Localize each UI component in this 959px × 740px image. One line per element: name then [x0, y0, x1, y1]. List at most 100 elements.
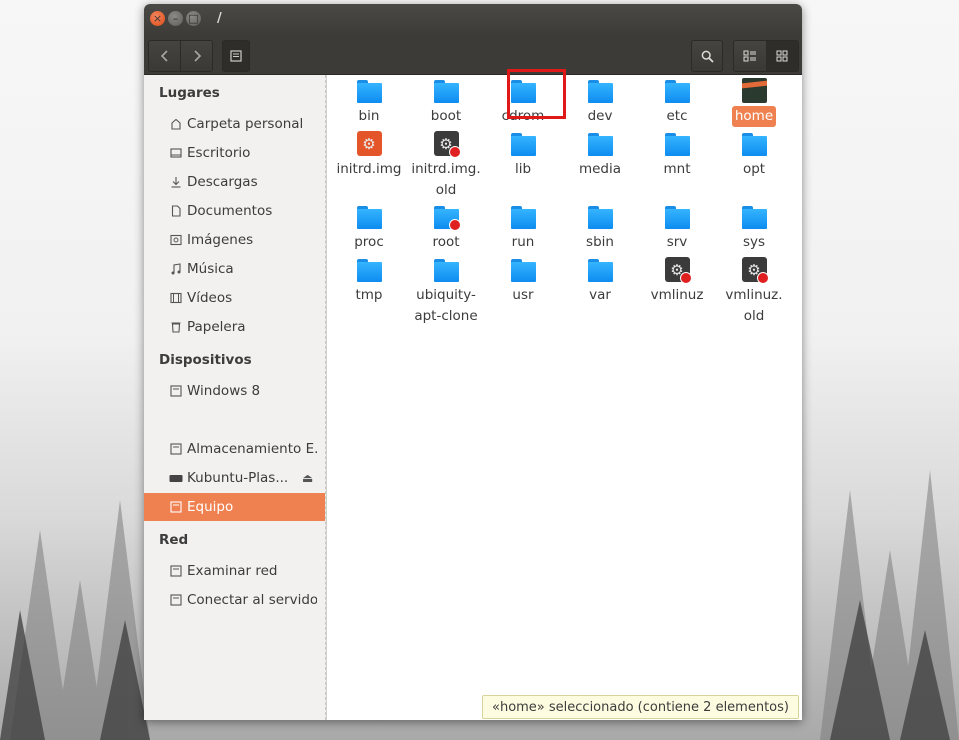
file-name: boot	[430, 108, 462, 124]
file-item[interactable]: ⚙ vmlinuz. old	[718, 257, 790, 327]
sidebar-item-label: Imágenes	[187, 232, 254, 248]
window-title: /	[217, 11, 222, 26]
file-item[interactable]: opt	[718, 131, 790, 180]
sidebar-item-videos[interactable]: Vídeos	[144, 284, 325, 312]
sidebar-item-conectar-servidor[interactable]: Conectar al servidor	[144, 586, 325, 614]
path-bar-root-button[interactable]	[222, 40, 250, 72]
close-window-button[interactable]: ×	[150, 11, 165, 26]
file-item[interactable]: ⚙ initrd.img	[333, 131, 405, 180]
titlebar: × – □ /	[144, 4, 802, 36]
file-name: opt	[742, 161, 766, 177]
sidebar-item-descargas[interactable]: Descargas	[144, 168, 325, 196]
sidebar-item-label: Música	[187, 261, 234, 277]
sidebar-item-imagenes[interactable]: Imágenes	[144, 226, 325, 254]
file-item[interactable]: mnt	[641, 131, 713, 180]
sidebar-item-escritorio[interactable]: Escritorio	[144, 139, 325, 167]
file-name: var	[589, 287, 611, 303]
sidebar-item-label: Conectar al servidor	[187, 592, 317, 608]
sidebar-item-papelera[interactable]: Papelera	[144, 313, 325, 341]
file-item[interactable]: etc	[641, 78, 713, 127]
status-bar: «home» seleccionado (contiene 2 elemento…	[482, 695, 799, 719]
file-item[interactable]: var	[564, 257, 636, 306]
sidebar-item-label: Documentos	[187, 203, 273, 219]
sidebar-item-carpeta-personal[interactable]: Carpeta personal	[144, 110, 325, 138]
sidebar: Lugares Carpeta personal Escritorio Desc…	[144, 75, 327, 720]
folder-icon	[587, 257, 613, 282]
grid-view-button[interactable]	[766, 41, 798, 71]
file-item[interactable]: sbin	[564, 204, 636, 253]
search-button[interactable]	[691, 40, 723, 72]
folder-icon	[510, 204, 536, 229]
file-name: srv	[666, 234, 688, 250]
file-item[interactable]: ubiquity- apt-clone	[410, 257, 482, 327]
network-icon	[169, 564, 183, 578]
image-icon	[169, 233, 183, 247]
file-manager-window: × – □ / Lugares Carpeta personal Escrito…	[144, 4, 802, 720]
file-name: run	[511, 234, 535, 250]
file-item[interactable]: ⚙ vmlinuz	[641, 257, 713, 306]
sidebar-item-equipo[interactable]: Equipo	[144, 493, 325, 521]
sidebar-item-examinar-red[interactable]: Examinar red	[144, 557, 325, 585]
file-item[interactable]: lib	[487, 131, 559, 180]
executable-icon: ⚙	[664, 257, 692, 284]
file-name: sys	[742, 234, 766, 250]
file-item[interactable]: run	[487, 204, 559, 253]
file-name: initrd.img. old	[411, 161, 481, 198]
file-name: sbin	[586, 234, 614, 250]
file-item[interactable]: ⚙ initrd.img. old	[410, 131, 482, 201]
search-icon	[701, 50, 714, 63]
sidebar-heading-red: Red	[159, 532, 189, 548]
grid-view-icon	[776, 50, 788, 62]
executable-icon: ⚙	[356, 131, 382, 156]
locked-badge-icon	[448, 146, 461, 158]
home-folder-icon	[741, 78, 767, 103]
file-name: vmlinuz	[650, 287, 704, 303]
download-icon	[169, 175, 183, 189]
video-icon	[169, 291, 183, 305]
disc-icon	[169, 471, 183, 485]
file-item[interactable]: media	[564, 131, 636, 180]
sidebar-item-documentos[interactable]: Documentos	[144, 197, 325, 225]
file-item[interactable]: boot	[410, 78, 482, 127]
back-button[interactable]	[149, 41, 180, 71]
file-item[interactable]: proc	[333, 204, 405, 253]
file-item[interactable]: sys	[718, 204, 790, 253]
sidebar-item-label: Equipo	[187, 499, 234, 515]
locked-badge-icon	[679, 272, 692, 284]
file-item[interactable]: bin	[333, 78, 405, 127]
sidebar-item-label: Carpeta personal	[187, 116, 304, 132]
sidebar-item-label: Vídeos	[187, 290, 233, 306]
list-view-button[interactable]	[734, 41, 766, 71]
file-item[interactable]: dev	[564, 78, 636, 127]
eject-icon[interactable]: ⏏	[302, 471, 313, 485]
sidebar-item-windows-8[interactable]: Windows 8	[144, 377, 325, 405]
file-name: initrd.img	[336, 161, 402, 177]
maximize-window-button[interactable]: □	[186, 11, 201, 26]
minimize-window-button[interactable]: –	[168, 11, 183, 26]
sidebar-item-label: Windows 8	[187, 383, 261, 399]
file-item[interactable]: tmp	[333, 257, 405, 306]
forward-button[interactable]	[180, 41, 212, 71]
file-name: dev	[587, 108, 613, 124]
file-item[interactable]: usr	[487, 257, 559, 306]
highlight-box	[507, 69, 566, 119]
executable-icon: ⚙	[433, 131, 461, 158]
list-view-icon	[743, 50, 756, 62]
folder-icon	[433, 78, 459, 103]
file-item[interactable]: root	[410, 204, 482, 253]
sidebar-item-kubuntu[interactable]: Kubuntu-Plas... ⏏	[144, 464, 325, 492]
locked-badge-icon	[756, 272, 769, 284]
folder-icon	[433, 204, 461, 231]
sidebar-heading-dispositivos: Dispositivos	[159, 352, 252, 368]
folder-icon	[741, 131, 767, 156]
chevron-left-icon	[160, 50, 168, 62]
sidebar-item-musica[interactable]: Música	[144, 255, 325, 283]
sidebar-item-almacenamiento[interactable]: Almacenamiento E...	[144, 435, 325, 463]
drive-icon	[169, 442, 183, 456]
file-name: root	[432, 234, 460, 250]
file-item[interactable]: home	[718, 78, 790, 127]
folder-icon	[664, 131, 690, 156]
file-name: usr	[512, 287, 534, 303]
file-name: home	[731, 106, 777, 127]
file-item[interactable]: srv	[641, 204, 713, 253]
